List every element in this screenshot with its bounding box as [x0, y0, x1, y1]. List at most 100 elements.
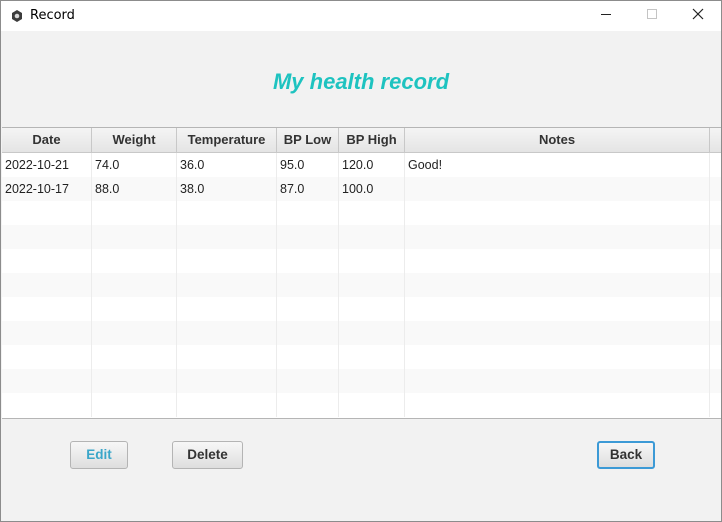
- table-row[interactable]: 2022-10-21 74.0 36.0 95.0 120.0 Good!: [2, 153, 721, 177]
- cell-bp-low: [277, 273, 339, 297]
- cell-bp-low: 95.0: [277, 153, 339, 177]
- cell-bp-high: [339, 225, 405, 249]
- cell-date: [2, 297, 92, 321]
- window-title: Record: [30, 8, 75, 23]
- maximize-button[interactable]: [629, 1, 675, 31]
- cell-date: [2, 393, 92, 417]
- cell-notes: [405, 345, 710, 369]
- table-row[interactable]: [2, 249, 721, 273]
- maximize-icon: [646, 7, 658, 25]
- cell-temperature: [177, 345, 277, 369]
- cell-temperature: [177, 225, 277, 249]
- cell-notes: [405, 273, 710, 297]
- cell-bp-high: [339, 273, 405, 297]
- cell-bp-low: [277, 393, 339, 417]
- cell-weight: [92, 249, 177, 273]
- cell-date: [2, 201, 92, 225]
- cell-notes: Good!: [405, 153, 710, 177]
- cell-bp-high: [339, 201, 405, 225]
- cell-notes: [405, 225, 710, 249]
- cell-bp-low: [277, 369, 339, 393]
- column-header-temperature[interactable]: Temperature: [177, 128, 277, 152]
- cell-bp-high: [339, 321, 405, 345]
- cell-notes: [405, 393, 710, 417]
- table-row[interactable]: [2, 321, 721, 345]
- table-row[interactable]: [2, 345, 721, 369]
- cell-notes: [405, 201, 710, 225]
- cell-bp-low: [277, 297, 339, 321]
- cell-temperature: [177, 297, 277, 321]
- cell-bp-high: 120.0: [339, 153, 405, 177]
- cell-notes: [405, 249, 710, 273]
- cell-bp-low: [277, 225, 339, 249]
- cell-date: 2022-10-21: [2, 153, 92, 177]
- cell-bp-low: [277, 249, 339, 273]
- cell-temperature: [177, 201, 277, 225]
- cell-bp-high: [339, 393, 405, 417]
- cell-date: [2, 225, 92, 249]
- cell-weight: 74.0: [92, 153, 177, 177]
- cell-bp-high: [339, 297, 405, 321]
- column-header-bp-low[interactable]: BP Low: [277, 128, 339, 152]
- cell-temperature: [177, 249, 277, 273]
- cell-bp-low: 87.0: [277, 177, 339, 201]
- cell-temperature: [177, 393, 277, 417]
- cell-weight: [92, 369, 177, 393]
- close-icon: [692, 7, 704, 25]
- table-body: 2022-10-21 74.0 36.0 95.0 120.0 Good! 20…: [2, 153, 721, 417]
- cell-temperature: [177, 273, 277, 297]
- cell-temperature: [177, 369, 277, 393]
- delete-button[interactable]: Delete: [172, 441, 243, 469]
- cell-date: [2, 249, 92, 273]
- minimize-icon: [600, 7, 612, 25]
- cell-bp-high: 100.0: [339, 177, 405, 201]
- cell-date: [2, 345, 92, 369]
- table-row[interactable]: [2, 393, 721, 417]
- cell-weight: [92, 225, 177, 249]
- table-row[interactable]: [2, 297, 721, 321]
- table-row[interactable]: [2, 225, 721, 249]
- cell-notes: [405, 297, 710, 321]
- table-row[interactable]: [2, 273, 721, 297]
- cell-date: 2022-10-17: [2, 177, 92, 201]
- cell-weight: [92, 201, 177, 225]
- cell-weight: [92, 321, 177, 345]
- column-header-date[interactable]: Date: [2, 128, 92, 152]
- cell-temperature: 38.0: [177, 177, 277, 201]
- cell-notes: [405, 369, 710, 393]
- cell-bp-high: [339, 369, 405, 393]
- cell-bp-high: [339, 345, 405, 369]
- page-title: My health record: [272, 69, 450, 94]
- cell-date: [2, 369, 92, 393]
- back-button[interactable]: Back: [597, 441, 655, 469]
- cell-notes: [405, 321, 710, 345]
- title-bar[interactable]: Record: [1, 1, 721, 31]
- cell-bp-low: [277, 321, 339, 345]
- cell-bp-low: [277, 345, 339, 369]
- cell-weight: [92, 273, 177, 297]
- cell-temperature: 36.0: [177, 153, 277, 177]
- cell-notes: [405, 177, 710, 201]
- edit-button[interactable]: Edit: [70, 441, 128, 469]
- column-header-notes[interactable]: Notes: [405, 128, 710, 152]
- cell-weight: [92, 393, 177, 417]
- cell-temperature: [177, 321, 277, 345]
- table-row[interactable]: [2, 369, 721, 393]
- column-header-weight[interactable]: Weight: [92, 128, 177, 152]
- cell-date: [2, 321, 92, 345]
- cell-weight: [92, 297, 177, 321]
- cell-weight: 88.0: [92, 177, 177, 201]
- column-header-bp-high[interactable]: BP High: [339, 128, 405, 152]
- cell-bp-high: [339, 249, 405, 273]
- table-row[interactable]: 2022-10-17 88.0 38.0 87.0 100.0: [2, 177, 721, 201]
- table-header: Date Weight Temperature BP Low BP High N…: [2, 128, 721, 153]
- app-window: Record My health record Date Weight Temp…: [0, 0, 722, 522]
- table-row[interactable]: [2, 201, 721, 225]
- cell-date: [2, 273, 92, 297]
- health-record-table[interactable]: Date Weight Temperature BP Low BP High N…: [2, 127, 721, 419]
- app-icon: [10, 9, 24, 23]
- close-button[interactable]: [675, 1, 721, 31]
- cell-weight: [92, 345, 177, 369]
- minimize-button[interactable]: [583, 1, 629, 31]
- content-area: My health record Date Weight Temperature…: [1, 31, 721, 521]
